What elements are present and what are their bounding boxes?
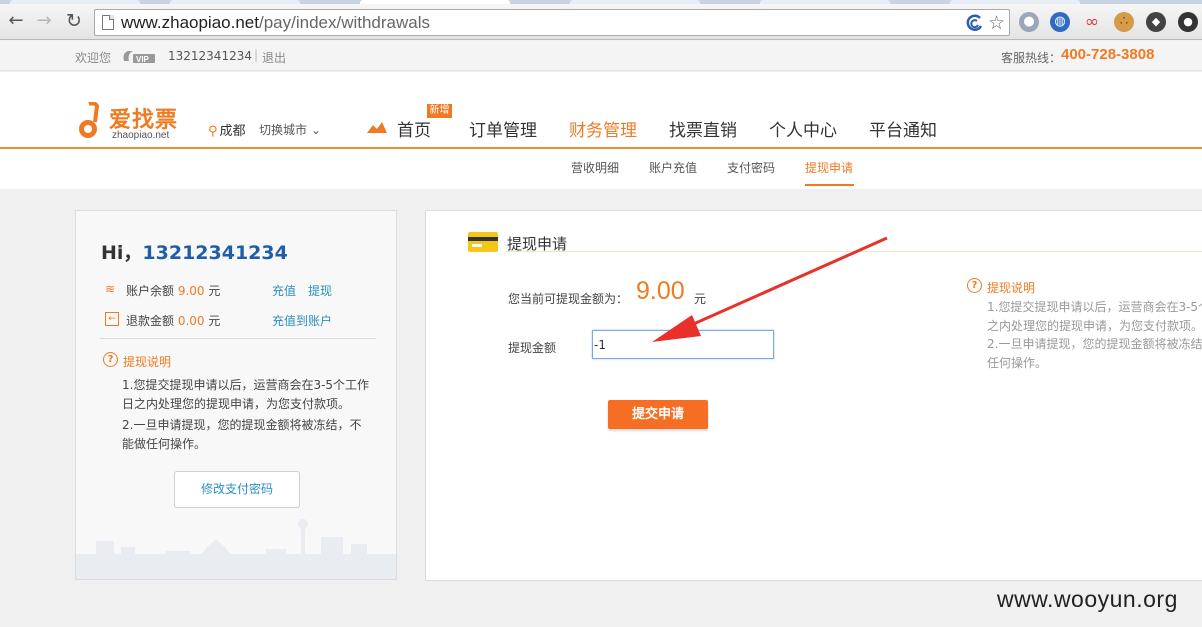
subnav-active-underline bbox=[805, 184, 854, 186]
amount-label: 提现金额 bbox=[508, 341, 557, 355]
cookie-icon[interactable]: ∴ bbox=[1114, 12, 1134, 32]
globe-gray-icon[interactable]: ● bbox=[1019, 12, 1039, 32]
right-help-text-1b: 之内处理您的提现申请，为您支付款项。 bbox=[987, 319, 1202, 333]
current-city: ⚲ 成都 bbox=[208, 120, 246, 139]
withdraw-amount-input[interactable] bbox=[592, 330, 774, 359]
refund-to-account-link[interactable]: 充值到账户 bbox=[272, 312, 332, 329]
balance-unit: 元 bbox=[208, 284, 221, 298]
switch-city-dropdown[interactable]: 切换城市 ⌄ bbox=[259, 121, 321, 138]
help-text-2a: 2.一旦申请提现，您的提现金额将被冻结，不 bbox=[122, 418, 362, 432]
site-header: 爱找票 zhaopiao.net ⚲ 成都 切换城市 ⌄ 首页 新增 订单管理 财… bbox=[0, 72, 1202, 189]
vip-text: VIP bbox=[136, 55, 150, 64]
header-divider bbox=[0, 147, 1202, 149]
user-phone: 13212341234 bbox=[168, 49, 252, 63]
logo-en-text: zhaopiao.net bbox=[112, 130, 170, 141]
subnav-withdraw[interactable]: 提现申请 bbox=[805, 159, 853, 176]
nav-notifications[interactable]: 平台通知 bbox=[869, 116, 937, 141]
question-icon: ? bbox=[103, 352, 118, 367]
right-help-title: 提现说明 bbox=[987, 281, 1036, 295]
nav-personal-center[interactable]: 个人中心 bbox=[769, 116, 837, 141]
nav-direct-sale[interactable]: 找票直销 bbox=[669, 116, 737, 141]
recharge-link[interactable]: 充值 bbox=[272, 282, 296, 299]
hotline-label: 客服热线： bbox=[1001, 51, 1062, 65]
site-logo[interactable]: 爱找票 zhaopiao.net bbox=[75, 102, 190, 142]
page-icon bbox=[102, 15, 114, 30]
url-text[interactable]: www.zhaopiao.net/pay/index/withdrawals bbox=[121, 13, 430, 33]
globe-blue-icon[interactable]: ◍ bbox=[1050, 12, 1070, 32]
refund-unit: 元 bbox=[208, 314, 221, 328]
help-text-1: 1.您提交提现申请以后，运营商会在3-5个工作 日之内处理您的提现申请，为您支付… bbox=[122, 376, 369, 414]
reload-icon[interactable]: ↻ bbox=[63, 10, 85, 32]
refund-label: 退款金额 bbox=[126, 314, 175, 328]
user-extension-icon[interactable]: ● bbox=[1178, 12, 1198, 32]
withdraw-panel: 提现申请 您当前可提现金额为： 9.00 元 提现金额 提交申请 ? 提现说明 … bbox=[425, 210, 1202, 581]
site-topbar: 欢迎您 VIP 13212341234 | 退出 客服热线： 400-728-3… bbox=[0, 41, 1202, 71]
welcome-text: 欢迎您 bbox=[75, 51, 112, 65]
nav-home[interactable]: 首页 bbox=[397, 116, 431, 141]
subnav-recharge[interactable]: 账户充值 bbox=[649, 159, 697, 176]
nav-finance[interactable]: 财务管理 bbox=[569, 116, 637, 141]
greeting-phone: 13212341234 bbox=[142, 242, 288, 264]
new-badge: 新增 bbox=[427, 104, 452, 118]
right-help-text-1: 1.您提交提现申请以后，运营商会在3-5个 之内处理您的提现申请，为您支付款项。 bbox=[987, 298, 1202, 336]
address-bar[interactable]: www.zhaopiao.net/pay/index/withdrawals ☆ bbox=[94, 9, 1010, 36]
right-help-text-2b: 任何操作。 bbox=[987, 356, 1048, 370]
back-arrow-icon[interactable]: ← bbox=[5, 10, 27, 32]
extension-swirl-icon[interactable] bbox=[965, 13, 985, 38]
location-pin-icon: ⚲ bbox=[208, 124, 218, 139]
right-help-text-2a: 2.一旦申请提现，您的提现金额将被冻结 bbox=[987, 337, 1202, 351]
panel-divider bbox=[100, 338, 376, 339]
city-skyline-decoration bbox=[76, 519, 396, 579]
url-path: /pay/index/withdrawals bbox=[258, 13, 431, 32]
refund-row: 退款金额 0.00 元 bbox=[126, 312, 220, 329]
greeting: Hi，13212341234 bbox=[101, 238, 288, 265]
account-panel: Hi，13212341234 ≋ 账户余额 9.00 元 充值 提现 ← 退款金… bbox=[75, 210, 397, 580]
refund-value: 0.00 bbox=[177, 314, 205, 328]
greeting-hi: Hi， bbox=[101, 242, 143, 264]
city-name: 成都 bbox=[219, 124, 246, 139]
url-host: www.zhaopiao.net bbox=[121, 13, 259, 32]
available-unit: 元 bbox=[694, 292, 707, 306]
nav-orders[interactable]: 订单管理 bbox=[469, 116, 537, 141]
balance-row: 账户余额 9.00 元 bbox=[126, 282, 220, 299]
balance-label: 账户余额 bbox=[126, 284, 175, 298]
right-help-text-2: 2.一旦申请提现，您的提现金额将被冻结 任何操作。 bbox=[987, 335, 1202, 373]
available-amount: 9.00 bbox=[636, 277, 685, 305]
hotline-number: 400-728-3808 bbox=[1061, 46, 1155, 63]
coins-icon: ≋ bbox=[105, 282, 116, 296]
help-text-2b: 能做任何操作。 bbox=[122, 437, 207, 451]
help-title: 提现说明 bbox=[123, 355, 172, 369]
withdraw-link[interactable]: 提现 bbox=[308, 282, 332, 299]
bookmark-star-icon[interactable]: ☆ bbox=[988, 13, 1005, 33]
balance-value: 9.00 bbox=[177, 284, 205, 298]
logo-note-icon bbox=[79, 102, 100, 138]
topbar-separator: | bbox=[254, 48, 259, 62]
bank-card-icon bbox=[468, 232, 498, 252]
home-chart-icon bbox=[367, 122, 387, 133]
submit-withdraw-button[interactable]: 提交申请 bbox=[608, 400, 708, 429]
link-extension-icon[interactable]: ∞ bbox=[1082, 12, 1102, 32]
vip-badge-icon: VIP bbox=[123, 51, 155, 64]
forward-arrow-icon[interactable]: → bbox=[33, 10, 55, 32]
subnav-pay-password[interactable]: 支付密码 bbox=[727, 159, 775, 176]
browser-toolbar: ← → ↻ www.zhaopiao.net/pay/index/withdra… bbox=[0, 4, 1202, 40]
available-label: 您当前可提现金额为： bbox=[508, 292, 629, 306]
logout-link[interactable]: 退出 bbox=[262, 49, 286, 66]
help-text-1a: 1.您提交提现申请以后，运营商会在3-5个工作 bbox=[122, 378, 370, 392]
help-text-2: 2.一旦申请提现，您的提现金额将被冻结，不 能做任何操作。 bbox=[122, 416, 361, 454]
help-text-1b: 日之内处理您的提现申请，为您支付款项。 bbox=[122, 397, 351, 411]
subnav-revenue[interactable]: 营收明细 bbox=[571, 159, 619, 176]
right-help-text-1a: 1.您提交提现申请以后，运营商会在3-5个 bbox=[987, 300, 1202, 314]
watermark-text: www.wooyun.org bbox=[997, 586, 1178, 612]
spy-icon[interactable]: ◆ bbox=[1146, 12, 1166, 32]
title-underline bbox=[506, 251, 1202, 252]
right-question-icon: ? bbox=[967, 278, 982, 293]
refund-icon: ← bbox=[105, 312, 119, 326]
